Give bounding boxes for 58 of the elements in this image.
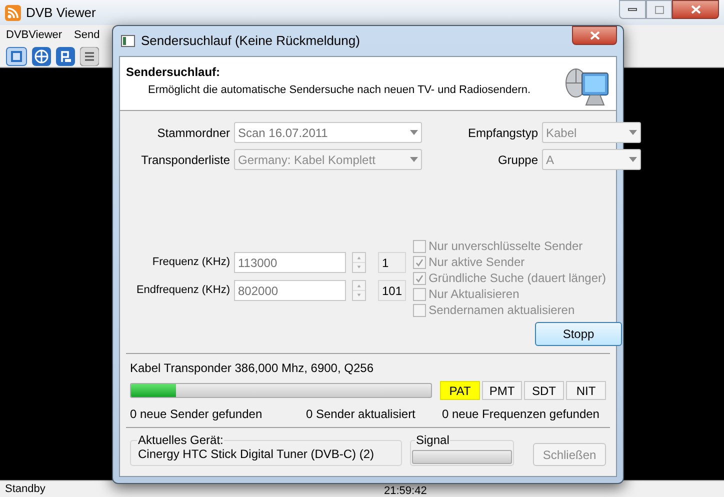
frequency-field[interactable]: 802000	[234, 280, 346, 301]
header-description: Ermöglicht die automatische Sendersuche nach neuen TV- und Radiosendern.	[147, 83, 532, 98]
table-indicator: SDT	[524, 381, 564, 400]
window-icon	[121, 35, 135, 47]
status-time: 21:59:42	[384, 486, 427, 497]
close-icon	[590, 31, 600, 40]
checkbox-label: Nur Aktualisieren	[428, 286, 520, 303]
caret-icon	[629, 157, 637, 162]
checkbox-label: Gründliche Suche (dauert länger)	[428, 270, 606, 287]
checkbox-label: Nur unverschlüsselte Sender	[428, 238, 583, 255]
menu-item[interactable]: Send	[74, 26, 100, 44]
checkbox-label: Nur aktive Sender	[428, 254, 525, 271]
counter-text: 0 neue Sender gefunden	[130, 406, 264, 423]
transponder-text: Kabel Transponder 386,000 Mhz, 6900, Q256	[130, 360, 375, 377]
menu-item[interactable]: DVBViewer	[6, 26, 62, 44]
spinner[interactable]	[352, 280, 366, 301]
caret-icon	[410, 157, 418, 162]
field-label: Transponderliste	[140, 152, 230, 168]
list-icon[interactable]	[80, 46, 99, 66]
field-label: Endfrequenz (KHz)	[135, 283, 230, 298]
caret-icon	[410, 130, 418, 135]
field-label: Empfangstyp	[466, 124, 538, 142]
checkbox[interactable]	[412, 240, 426, 252]
minimize-button[interactable]	[619, 0, 646, 19]
device-name: Cinergy HTC Stick Digital Tuner (DVB-C) (2)	[138, 446, 374, 463]
field-label: Gruppe	[496, 152, 538, 168]
table-indicator: PMT	[482, 381, 522, 400]
checkbox[interactable]	[412, 304, 426, 316]
close-button[interactable]	[572, 26, 617, 45]
counter-text: 0 neue Frequenzen gefunden	[442, 406, 600, 423]
close-icon	[690, 5, 700, 14]
flag-icon[interactable]	[56, 46, 75, 66]
dropdown[interactable]: Scan 16.07.2011	[234, 122, 422, 143]
group-title: Aktuelles Gerät:	[137, 433, 224, 447]
table-indicator: NIT	[566, 381, 606, 400]
checkbox[interactable]	[412, 272, 426, 284]
count-field: 1	[378, 252, 406, 273]
group-title: Signal	[415, 433, 450, 447]
counter-text: 0 Sender aktualisiert	[306, 406, 416, 423]
caret-icon	[629, 130, 637, 135]
dialog-title: Sendersuchlauf (Keine Rückmeldung)	[141, 32, 360, 50]
window-icon[interactable]	[6, 46, 27, 66]
checkbox[interactable]	[412, 256, 426, 268]
stop-button[interactable]: Stopp	[535, 322, 622, 346]
checkbox-label: Sendernamen aktualisieren	[428, 302, 575, 319]
field-label: Stammordner	[156, 124, 230, 142]
window-title: DVB Viewer	[26, 4, 96, 22]
checkbox[interactable]	[412, 288, 426, 300]
move-icon[interactable]	[32, 46, 51, 66]
close-button[interactable]	[672, 0, 719, 19]
header-title: Sendersuchlauf:	[126, 64, 222, 81]
spinner[interactable]	[352, 252, 366, 273]
frequency-field[interactable]: 113000	[234, 252, 346, 273]
count-field: 101	[378, 280, 406, 301]
field-label: Frequenz (KHz)	[151, 255, 230, 270]
rss-icon	[5, 4, 21, 20]
table-indicator: PAT	[440, 381, 480, 400]
status-text: Standby	[4, 482, 46, 497]
